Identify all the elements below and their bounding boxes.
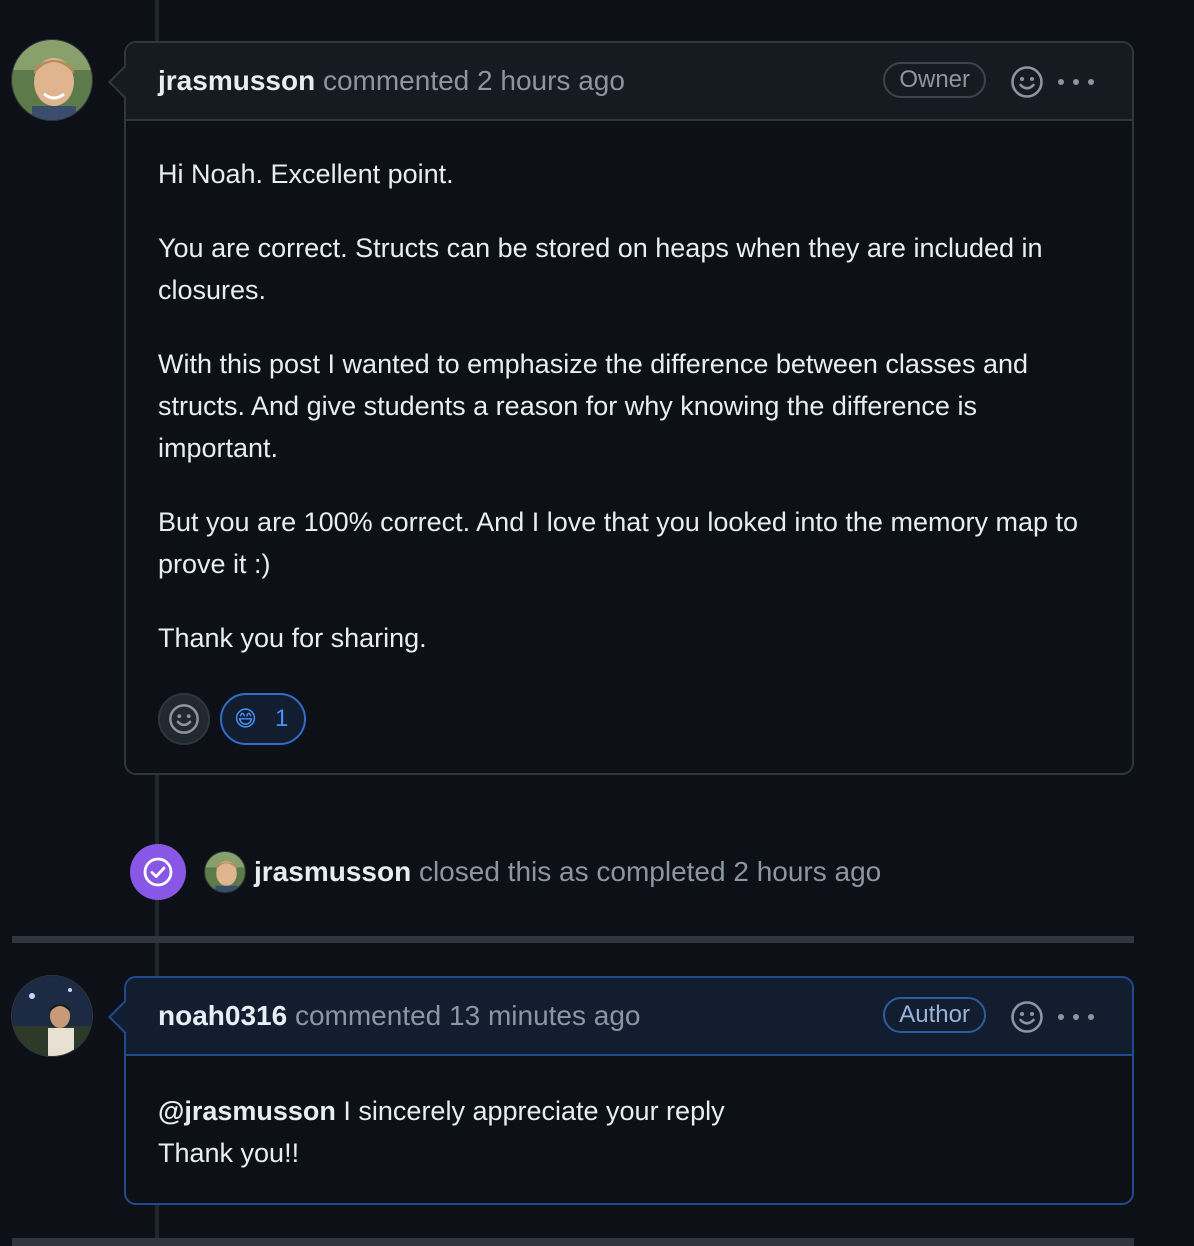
- closed-event: jrasmusson closed this as completed 2 ho…: [130, 844, 881, 900]
- comment-paragraph: You are correct. Structs can be stored o…: [158, 233, 1043, 305]
- comment-pointer: [108, 65, 142, 99]
- comment-body: Hi Noah. Excellent point. You are correc…: [126, 121, 1132, 775]
- timeline-divider: [12, 936, 1134, 943]
- comment-timestamp[interactable]: 13 minutes ago: [449, 1000, 640, 1031]
- laugh-emoji-icon: 😄: [234, 706, 257, 731]
- comment-author: noah0316 commented 13 minutes ago Author…: [108, 976, 1134, 1205]
- comment-text: I sincerely appreciate your reply: [343, 1096, 725, 1126]
- comment-paragraph: Thank you for sharing.: [158, 623, 427, 653]
- comment-author-link[interactable]: jrasmusson: [158, 65, 315, 96]
- comment-header: jrasmusson commented 2 hours ago Owner: [108, 43, 1132, 121]
- comment-meta: noah0316 commented 13 minutes ago: [158, 1000, 641, 1032]
- comment-action: commented: [294, 1000, 442, 1031]
- event-text: jrasmusson closed this as completed 2 ho…: [254, 856, 881, 888]
- add-reaction-button[interactable]: [158, 693, 210, 745]
- add-reaction-icon[interactable]: [1010, 1000, 1044, 1034]
- avatar-noah0316[interactable]: [11, 975, 93, 1057]
- author-badge: Author: [883, 997, 986, 1033]
- comment-paragraph: With this post I wanted to emphasize the…: [158, 349, 1028, 463]
- comment-line: @jrasmusson I sincerely appreciate your …: [158, 1090, 1100, 1132]
- comment-paragraph: Hi Noah. Excellent point.: [158, 159, 454, 189]
- closed-completed-icon: [130, 844, 186, 900]
- timeline-divider: [12, 1238, 1134, 1246]
- comment-meta: jrasmusson commented 2 hours ago: [158, 65, 625, 97]
- smiley-icon: [169, 704, 199, 734]
- event-avatar[interactable]: [204, 851, 246, 893]
- event-user-link[interactable]: jrasmusson: [254, 856, 411, 887]
- avatar-photo-icon: [12, 976, 92, 1056]
- comment-body: @jrasmusson I sincerely appreciate your …: [126, 1056, 1132, 1204]
- reaction-laugh-button[interactable]: 😄 1: [220, 693, 307, 745]
- comment-action: commented: [322, 65, 470, 96]
- comment-owner: jrasmusson commented 2 hours ago Owner H…: [108, 41, 1134, 775]
- comment-header: noah0316 commented 13 minutes ago Author: [108, 978, 1132, 1056]
- avatar-photo-icon: [12, 40, 92, 120]
- comment-pointer: [108, 1000, 142, 1034]
- more-options-icon[interactable]: [1058, 1000, 1094, 1034]
- reactions-bar: 😄 1: [158, 693, 1100, 745]
- event-timestamp[interactable]: 2 hours ago: [733, 856, 881, 887]
- comment-timestamp[interactable]: 2 hours ago: [477, 65, 625, 96]
- avatar-jrasmusson[interactable]: [11, 39, 93, 121]
- mention-link[interactable]: @jrasmusson: [158, 1096, 336, 1126]
- comment-author-link[interactable]: noah0316: [158, 1000, 287, 1031]
- add-reaction-icon[interactable]: [1010, 65, 1044, 99]
- owner-badge: Owner: [883, 62, 986, 98]
- comment-paragraph: But you are 100% correct. And I love tha…: [158, 507, 1079, 579]
- more-options-icon[interactable]: [1058, 65, 1094, 99]
- comment-line: Thank you!!: [158, 1138, 300, 1168]
- event-description: closed this as completed: [418, 856, 726, 887]
- reaction-count: 1: [274, 705, 289, 732]
